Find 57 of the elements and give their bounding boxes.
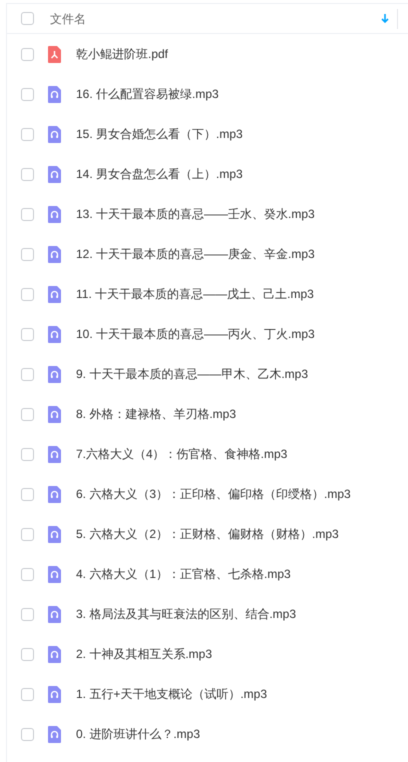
audio-file-icon <box>48 206 61 222</box>
file-name[interactable]: 14. 男女合盘怎么看（上）.mp3 <box>76 165 243 183</box>
file-name[interactable]: 5. 六格大义（2）：正财格、偏财格（财格）.mp3 <box>76 525 339 543</box>
audio-file-icon <box>48 566 61 582</box>
checkbox[interactable] <box>21 128 34 140</box>
checkbox[interactable] <box>21 248 34 260</box>
audio-file-icon <box>48 686 61 702</box>
file-name[interactable]: 12. 十天干最本质的喜忌——庚金、辛金.mp3 <box>76 245 315 263</box>
file-name[interactable]: 8. 外格：建禄格、羊刃格.mp3 <box>76 405 236 423</box>
checkbox[interactable] <box>21 688 34 700</box>
checkbox[interactable] <box>21 488 34 500</box>
file-name[interactable]: 13. 十天干最本质的喜忌——壬水、癸水.mp3 <box>76 205 315 223</box>
checkbox[interactable] <box>21 568 34 580</box>
audio-file-icon <box>48 126 61 142</box>
checkbox[interactable] <box>21 528 34 540</box>
sort-arrow-icon[interactable] <box>381 14 389 24</box>
audio-file-icon <box>48 646 61 662</box>
checkbox[interactable] <box>21 48 34 60</box>
file-name[interactable]: 3. 格局法及其与旺衰法的区别、结合.mp3 <box>76 605 296 623</box>
file-name[interactable]: 4. 六格大义（1）：正官格、七杀格.mp3 <box>76 565 291 583</box>
audio-file-icon <box>48 526 61 542</box>
file-name[interactable]: 10. 十天干最本质的喜忌——丙火、丁火.mp3 <box>76 325 315 343</box>
checkbox[interactable] <box>21 328 34 340</box>
file-name[interactable]: 11. 十天干最本质的喜忌——戊土、己土.mp3 <box>76 285 314 303</box>
audio-file-icon <box>48 166 61 182</box>
checkbox[interactable] <box>21 208 34 220</box>
pdf-file-icon <box>48 46 61 62</box>
file-name[interactable]: 16. 什么配置容易被绿.mp3 <box>76 85 219 103</box>
file-name[interactable]: 乾小鲲进阶班.pdf <box>76 45 168 63</box>
checkbox[interactable] <box>21 648 34 660</box>
audio-file-icon <box>48 726 61 742</box>
checkbox[interactable] <box>21 408 34 420</box>
file-name[interactable]: 15. 男女合婚怎么看（下）.mp3 <box>76 125 243 143</box>
checkbox[interactable] <box>21 448 34 460</box>
checkbox[interactable] <box>21 12 34 25</box>
checkbox[interactable] <box>21 168 34 180</box>
checkbox[interactable] <box>21 608 34 620</box>
file-name[interactable]: 6. 六格大义（3）：正印格、偏印格（印绶格）.mp3 <box>76 485 351 503</box>
checkbox[interactable] <box>21 728 34 740</box>
checkbox[interactable] <box>21 368 34 380</box>
audio-file-icon <box>48 86 61 102</box>
file-name[interactable]: 7.六格大义（4）：伤官格、食神格.mp3 <box>76 445 288 463</box>
audio-file-icon <box>48 246 61 262</box>
audio-file-icon <box>48 446 61 462</box>
checkbox[interactable] <box>21 288 34 300</box>
file-name[interactable]: 0. 进阶班讲什么？.mp3 <box>76 725 200 743</box>
audio-file-icon <box>48 406 61 422</box>
audio-file-icon <box>48 486 61 502</box>
audio-file-icon <box>48 366 61 382</box>
column-header[interactable]: 文件名 <box>50 10 381 28</box>
checkbox[interactable] <box>21 88 34 100</box>
file-name[interactable]: 1. 五行+天干地支概论（试听）.mp3 <box>76 685 268 703</box>
audio-file-icon <box>48 286 61 302</box>
file-name[interactable]: 2. 十神及其相互关系.mp3 <box>76 645 212 663</box>
file-name[interactable]: 9. 十天干最本质的喜忌——甲木、乙木.mp3 <box>76 365 308 383</box>
audio-file-icon <box>48 326 61 342</box>
audio-file-icon <box>48 606 61 622</box>
